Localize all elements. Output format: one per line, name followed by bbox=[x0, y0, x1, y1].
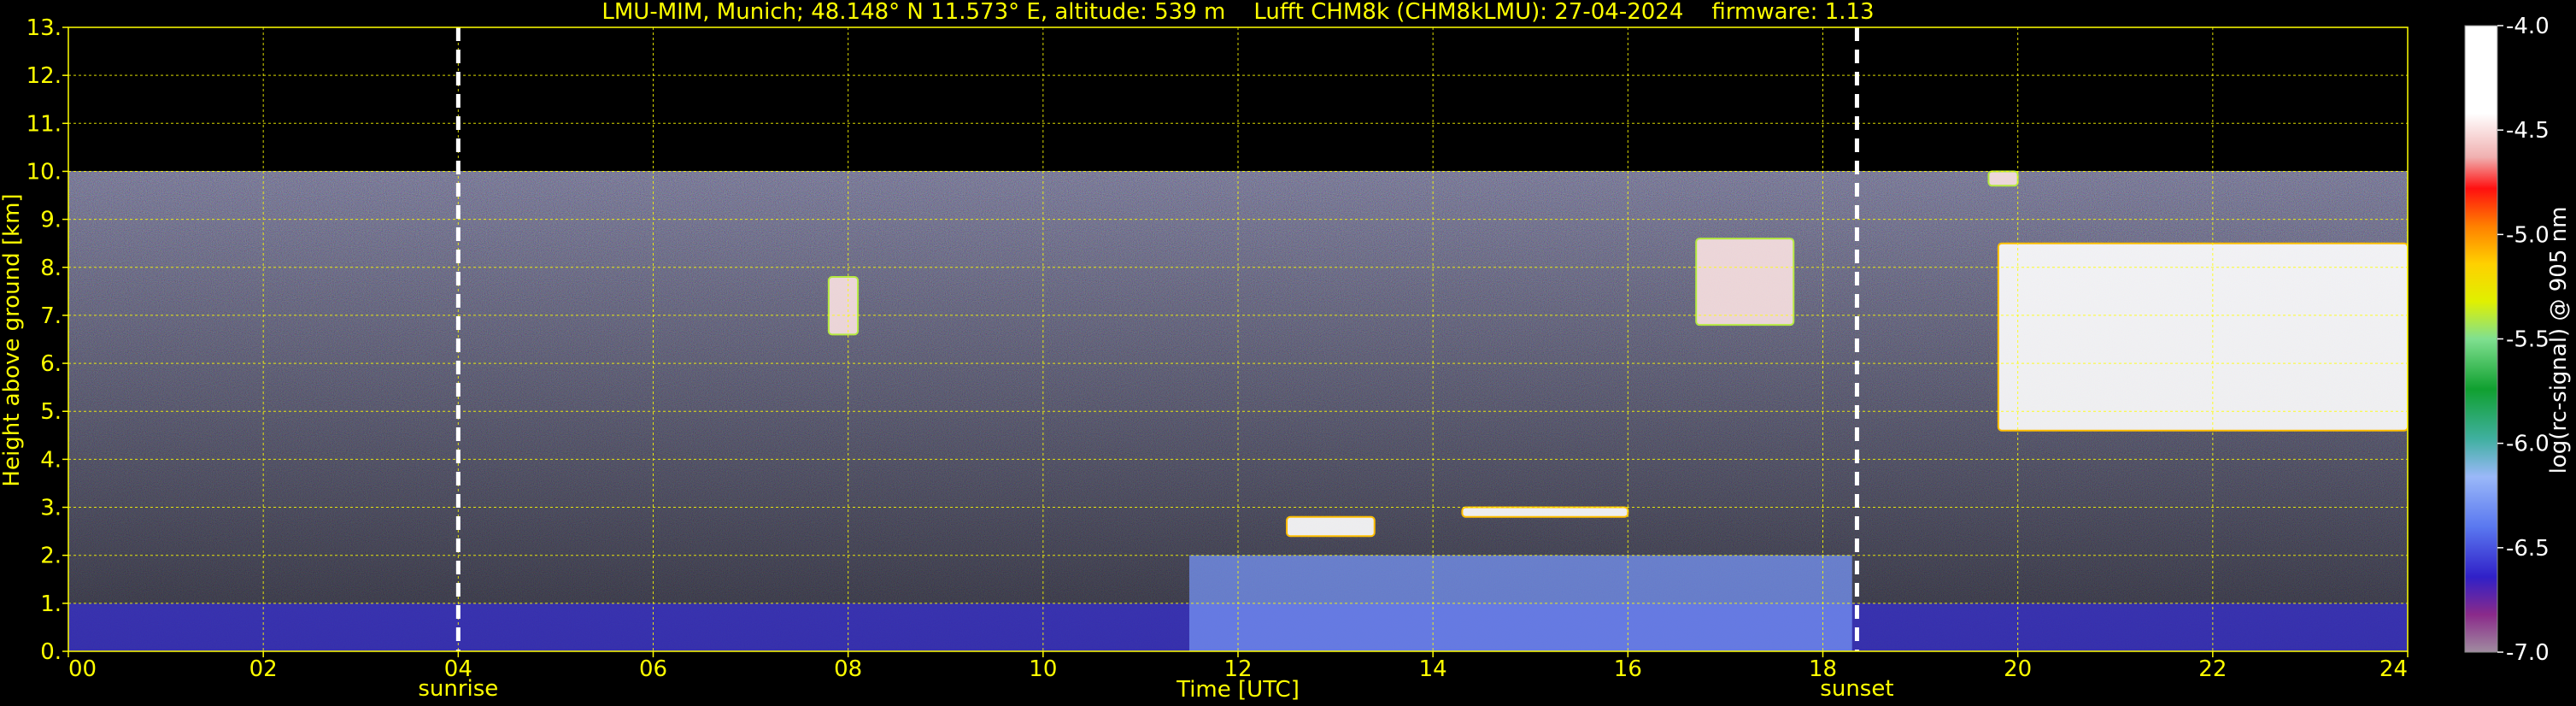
x-tick-label: 00 bbox=[68, 656, 97, 682]
colorbar-tick-label: -7.0 bbox=[2506, 640, 2550, 666]
x-tick-label: 06 bbox=[639, 656, 667, 682]
x-tick-label: 22 bbox=[2198, 656, 2227, 682]
cloud-segment bbox=[827, 276, 860, 336]
y-tick-label: 10. bbox=[26, 159, 62, 185]
cloud-segment bbox=[1695, 238, 1795, 327]
colorbar-tick-label: -5.5 bbox=[2506, 327, 2550, 353]
y-tick-label: 6. bbox=[40, 351, 62, 377]
x-tick-label: 14 bbox=[1419, 656, 1447, 682]
y-axis-label: Height above ground [km] bbox=[0, 193, 25, 486]
y-tick-label: 12. bbox=[26, 63, 62, 89]
y-tick-label: 5. bbox=[40, 399, 62, 425]
y-tick-label: 11. bbox=[26, 111, 62, 137]
y-axis-ticks: 0. 1. 2. 3. 4. 5. 6. 7. 8. 9. 10. 11. 12. 13. bbox=[26, 15, 68, 665]
y-tick-label: 13. bbox=[26, 15, 62, 41]
colorbar-label: log(rc-signal) @ 905 nm bbox=[2546, 207, 2572, 474]
cloud-segment bbox=[1286, 515, 1376, 538]
x-tick-label: 24 bbox=[2379, 656, 2408, 682]
y-tick-label: 4. bbox=[40, 447, 62, 473]
chart-title: LMU-MIM, Munich; 48.148° N 11.573° E, al… bbox=[601, 0, 1874, 25]
y-tick-label: 7. bbox=[40, 303, 62, 329]
x-tick-label: 16 bbox=[1614, 656, 1642, 682]
y-tick-label: 2. bbox=[40, 544, 62, 569]
sun-marker-label: sunset bbox=[1820, 676, 1893, 702]
sun-marker-label: sunrise bbox=[418, 676, 498, 702]
y-tick-label: 9. bbox=[40, 208, 62, 233]
cloud-segment bbox=[1461, 506, 1629, 518]
cloud-segment bbox=[1997, 242, 2408, 432]
colorbar bbox=[2464, 25, 2498, 653]
ceilometer-chart: 00 02 04 06 08 10 12 14 16 18 20 22 24 0.1.2.3.4.5.6… bbox=[0, 0, 2572, 703]
colorbar-tick-label: -6.0 bbox=[2506, 432, 2550, 457]
colorbar-tick-label: -4.0 bbox=[2506, 14, 2550, 39]
x-tick-label: 02 bbox=[249, 656, 278, 682]
colorbar-tick-label: -5.0 bbox=[2506, 222, 2550, 248]
colorbar-ticks: -4.0 -4.5 -5.0 -5.5 -6.0 -6.5 -7.0 bbox=[2497, 14, 2550, 666]
x-tick-label: 08 bbox=[834, 656, 862, 682]
x-tick-label: 20 bbox=[2004, 656, 2032, 682]
y-tick-label: 8. bbox=[40, 256, 62, 281]
x-tick-label: 10 bbox=[1029, 656, 1057, 682]
y-tick-label: 1. bbox=[40, 591, 62, 617]
x-axis-label: Time [UTC] bbox=[1176, 677, 1300, 703]
y-tick-label: 0. bbox=[40, 639, 62, 665]
y-tick-label: 3. bbox=[40, 496, 62, 521]
colorbar-tick-label: -6.5 bbox=[2506, 536, 2550, 562]
colorbar-tick-label: -4.5 bbox=[2506, 118, 2550, 144]
cloud-segment bbox=[1987, 170, 2019, 187]
